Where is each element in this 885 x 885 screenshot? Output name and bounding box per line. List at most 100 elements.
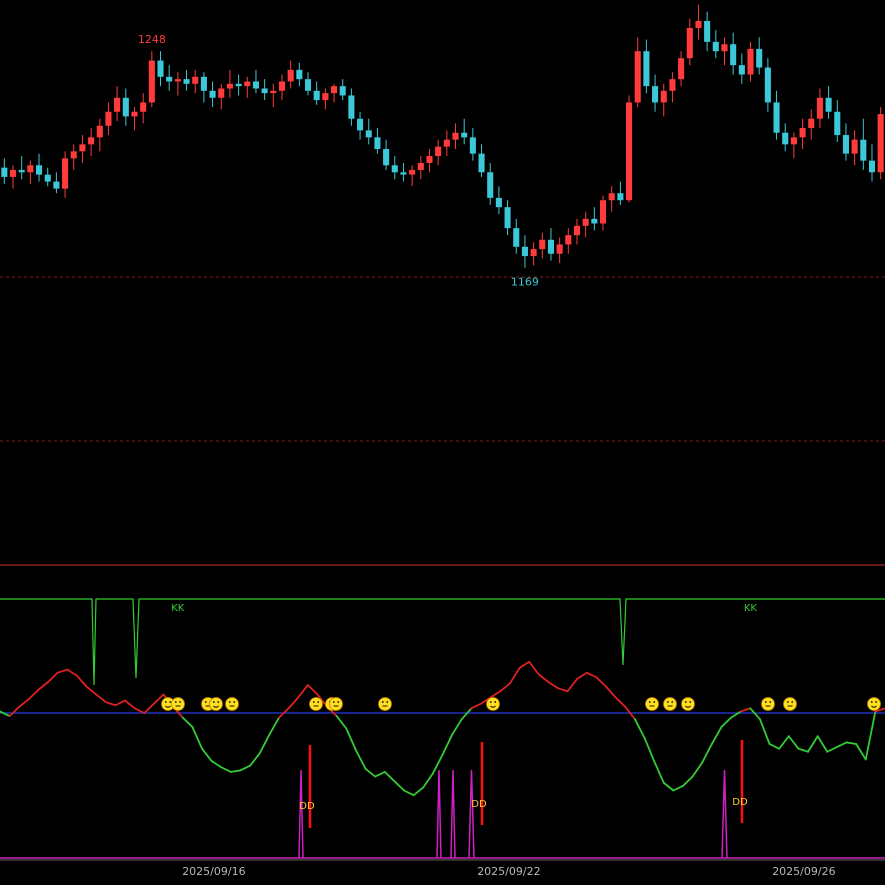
oscillator-segment-green xyxy=(807,735,819,753)
candle xyxy=(652,74,659,112)
candle-body xyxy=(70,151,77,159)
smiley-eye xyxy=(317,701,320,703)
candle xyxy=(877,107,884,180)
smiley-icon xyxy=(329,697,343,711)
oscillator-segment-red xyxy=(508,667,521,685)
smiley-face xyxy=(867,697,881,711)
candle xyxy=(461,118,468,145)
candle-body xyxy=(183,79,190,84)
oscillator-segment-green xyxy=(710,726,723,745)
oscillator-segment-green xyxy=(229,769,242,773)
candle-body xyxy=(374,137,381,149)
candle-body xyxy=(391,165,398,173)
candle xyxy=(842,123,849,161)
oscillator-segment-green xyxy=(845,741,858,745)
candle xyxy=(209,81,216,108)
candle-body xyxy=(547,239,554,254)
x-axis-date-label: 2025/09/22 xyxy=(477,865,540,878)
candle xyxy=(426,148,433,173)
candle-body xyxy=(877,114,884,173)
candle xyxy=(521,235,528,268)
oscillator-segment-green xyxy=(662,781,675,792)
candle-body xyxy=(495,197,502,208)
candle-body xyxy=(435,146,442,156)
smiley-face xyxy=(378,697,392,711)
oscillator-segment-red xyxy=(56,668,69,674)
smiley-face xyxy=(225,697,239,711)
candle-body xyxy=(417,162,424,170)
smiley-face xyxy=(209,697,223,711)
candle xyxy=(851,130,858,166)
candle-body xyxy=(53,181,60,189)
candle xyxy=(504,200,511,236)
oscillator-segment-red xyxy=(518,660,530,669)
oscillator-segment-green xyxy=(422,772,434,789)
smiley-eye xyxy=(489,701,492,703)
oscillator-segment-green xyxy=(451,718,463,736)
candle-body xyxy=(114,97,121,112)
candle-body xyxy=(339,86,346,96)
candle xyxy=(469,128,476,161)
smiley-face xyxy=(783,697,797,711)
candle xyxy=(834,100,841,143)
smileys-group xyxy=(161,697,881,711)
candle xyxy=(634,37,641,108)
candle xyxy=(261,79,268,101)
candle xyxy=(174,72,181,96)
oscillator-segment-red xyxy=(95,693,107,704)
oscillator-segment-green xyxy=(759,718,771,745)
candle-body xyxy=(331,86,338,94)
candle xyxy=(825,86,832,119)
candle xyxy=(808,109,815,140)
oscillator-segment-red xyxy=(306,684,319,696)
candle xyxy=(573,218,581,245)
candle xyxy=(478,144,485,177)
oscillator-segment-green xyxy=(393,780,405,792)
candle xyxy=(452,123,459,149)
candle-body xyxy=(426,155,433,163)
oscillator-segment-green xyxy=(441,733,454,756)
candle-body xyxy=(660,90,667,103)
candle-body xyxy=(504,207,511,229)
candle-body xyxy=(357,118,364,131)
oscillator-segment-green xyxy=(653,760,665,784)
kk-label: KK xyxy=(744,603,758,614)
candle-body xyxy=(148,60,155,103)
candle-body xyxy=(842,135,849,154)
smiley-icon xyxy=(867,697,881,711)
candle xyxy=(44,167,51,187)
oscillator-segment-green xyxy=(220,766,232,773)
oscillator-segment-green xyxy=(701,743,713,764)
oscillator-segment-green xyxy=(191,726,203,750)
candle-body xyxy=(209,90,216,98)
candle-body xyxy=(383,148,390,166)
candle-body xyxy=(166,76,173,82)
candle-body xyxy=(157,60,164,77)
candle xyxy=(140,93,147,124)
magenta-spike xyxy=(450,769,456,859)
candle-body xyxy=(773,102,780,133)
candle xyxy=(704,11,711,52)
candle-body xyxy=(96,125,103,138)
smiley-eye xyxy=(174,701,177,703)
candle xyxy=(565,228,572,254)
candle xyxy=(278,74,286,101)
oscillator-segment-green xyxy=(720,716,732,728)
smiley-icon xyxy=(309,697,323,711)
smiley-eye xyxy=(179,701,182,703)
candle xyxy=(244,76,251,98)
candle xyxy=(626,95,633,203)
oscillator-segment-red xyxy=(576,671,588,680)
oscillator-segment-red xyxy=(614,696,627,708)
oscillator-segment-green xyxy=(691,761,704,778)
oscillator-segment-red xyxy=(297,684,309,699)
smiley-eye xyxy=(169,701,172,703)
candle xyxy=(391,155,398,180)
candle xyxy=(721,37,728,66)
oscillator-segment-green xyxy=(749,707,761,721)
candle xyxy=(617,181,624,205)
oscillator-segment-green xyxy=(633,718,646,739)
oscillator-segment-green xyxy=(374,771,386,778)
kk-line-group: KK KK xyxy=(0,598,885,686)
oscillator-segment-red xyxy=(489,690,502,699)
